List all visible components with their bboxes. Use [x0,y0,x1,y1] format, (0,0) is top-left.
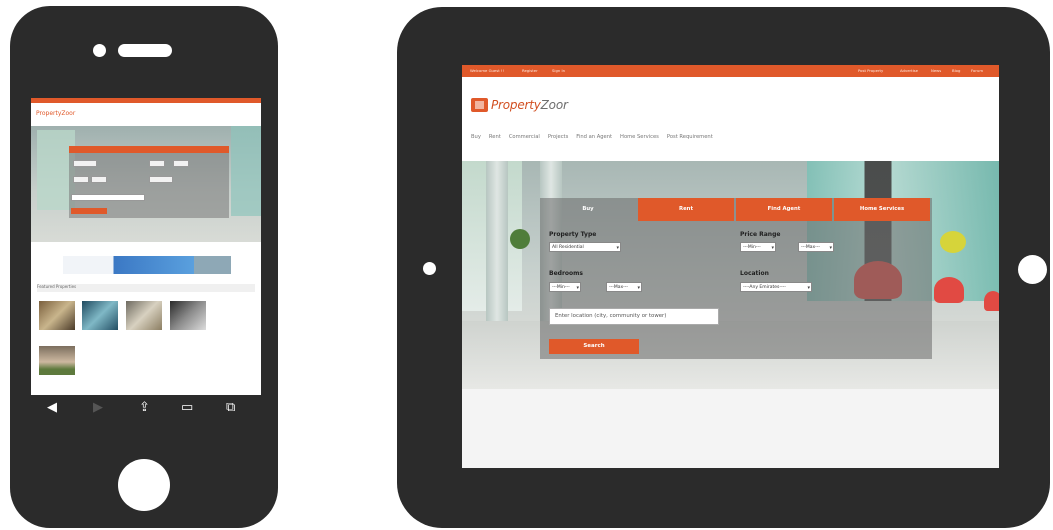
chair-decoration [934,277,964,303]
tab-buy[interactable]: Buy [540,198,636,221]
hero-column [486,161,508,321]
forum-link[interactable]: Forum [971,68,983,73]
property-thumbnail[interactable] [126,301,162,330]
tablet-screen: Welcome Guest !! Register Sign In Post P… [462,65,999,468]
tab-find-agent[interactable]: Find Agent [736,198,832,221]
tablet-camera [423,262,436,275]
phone-camera [93,44,106,57]
price-min-select[interactable]: ---Min--- [740,242,776,252]
phone-speaker [118,44,172,57]
advertise-link[interactable]: Advertise [900,68,918,73]
phone-bedrooms-min-select[interactable] [73,176,89,183]
site-logo[interactable]: PropertyZoor [471,95,568,115]
plant-decoration [510,229,530,249]
property-thumbnail[interactable] [39,346,75,375]
phone-hero-image [31,126,261,242]
nav-rent[interactable]: Rent [489,134,501,140]
page-body-area [462,389,999,468]
location-input[interactable]: Enter location (city, community or tower… [549,308,719,325]
property-type-label: Property Type [549,231,597,238]
tablet-home-button[interactable] [1018,255,1047,284]
phone-location-select[interactable] [149,176,173,183]
welcome-text: Welcome Guest !! [470,68,504,73]
phone-location-input[interactable] [71,194,145,201]
logo-suffix: Zoor [540,98,568,112]
phone-topbar [31,98,261,103]
nav-projects[interactable]: Projects [548,134,568,140]
share-icon[interactable]: ⇪ [139,400,150,416]
blog-link[interactable]: Blog [952,68,960,73]
phone-search-button[interactable] [71,208,107,214]
sign-in-link[interactable]: Sign In [552,68,565,73]
main-nav: Buy Rent Commercial Projects Find an Age… [471,134,713,140]
phone-home-button[interactable] [118,459,170,511]
nav-home-services[interactable]: Home Services [620,134,659,140]
bedrooms-label: Bedrooms [549,270,583,277]
phone-browser-toolbar: ◀ ▶ ⇪ ▭ ⧉ [31,395,261,423]
phone-price-min-select[interactable] [149,160,165,167]
tabs-icon[interactable]: ⧉ [226,400,235,416]
phone-property-type-select[interactable] [73,160,97,167]
property-type-select[interactable]: All Residential [549,242,621,252]
phone-screen: PropertyZoor Featured Properties [31,98,261,395]
emirate-select[interactable]: ----Any Emirates---- [740,282,812,292]
price-max-select[interactable]: ---Max--- [798,242,834,252]
top-bar: Welcome Guest !! Register Sign In Post P… [462,65,999,77]
location-label: Location [740,270,769,277]
house-logo-icon [471,98,488,112]
bookmarks-icon[interactable]: ▭ [181,400,193,416]
phone-price-max-select[interactable] [173,160,189,167]
nav-commercial[interactable]: Commercial [509,134,540,140]
tab-rent[interactable]: Rent [638,198,734,221]
phone-ad-banner[interactable] [63,256,231,274]
nav-find-an-agent[interactable]: Find an Agent [576,134,612,140]
nav-post-requirement[interactable]: Post Requirement [667,134,713,140]
property-thumbnail[interactable] [170,301,206,330]
logo-brand: Property [491,98,541,112]
chair-decoration [984,291,999,311]
property-thumbnail[interactable] [39,301,75,330]
forward-arrow-icon[interactable]: ▶ [93,400,103,416]
price-range-label: Price Range [740,231,781,238]
phone-search-tabs[interactable] [69,146,229,153]
tab-home-services[interactable]: Home Services [834,198,930,221]
back-arrow-icon[interactable]: ◀ [47,400,57,416]
phone-logo[interactable]: PropertyZoor [36,110,75,117]
register-link[interactable]: Register [522,68,538,73]
flower-decoration [940,231,966,253]
search-button[interactable]: Search [549,339,639,354]
post-property-link[interactable]: Post Property [858,68,883,73]
bedrooms-max-select[interactable]: ---Max--- [606,282,642,292]
property-thumbnail[interactable] [82,301,118,330]
hero-banner: Buy Rent Find Agent Home Services Proper… [462,161,999,389]
property-search-panel: Buy Rent Find Agent Home Services Proper… [540,198,932,359]
news-link[interactable]: News [931,68,941,73]
phone-featured-title: Featured Properties [37,284,255,292]
nav-buy[interactable]: Buy [471,134,481,140]
phone-bedrooms-max-select[interactable] [91,176,107,183]
phone-hero-pillar [231,126,261,216]
bedrooms-min-select[interactable]: ---Min--- [549,282,581,292]
